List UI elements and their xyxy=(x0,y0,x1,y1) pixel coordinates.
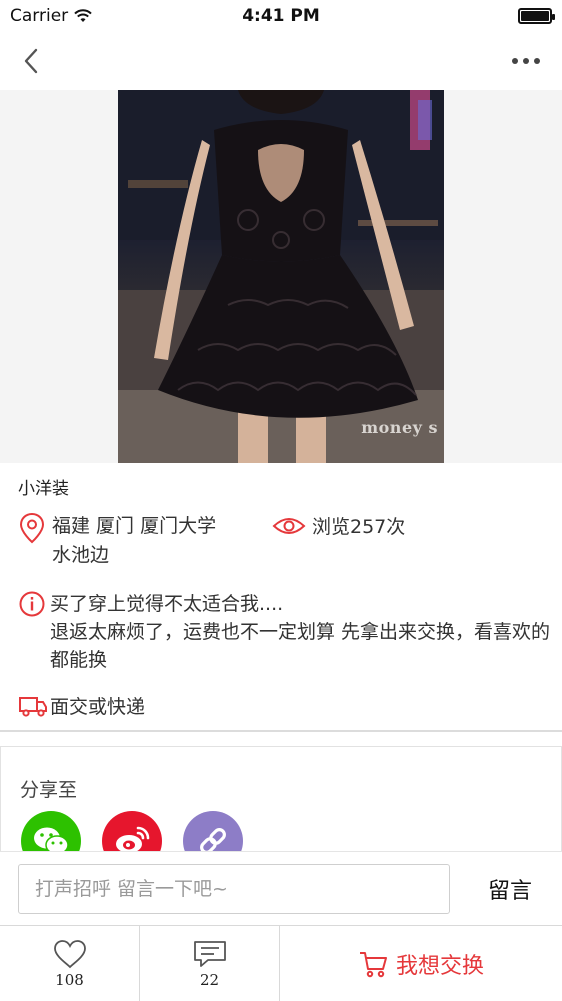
photo-watermark: money s xyxy=(361,418,438,437)
more-dot xyxy=(534,58,540,64)
chevron-left-icon xyxy=(24,48,38,74)
views-count: 浏览257次 xyxy=(312,516,406,538)
product-photo[interactable]: money s xyxy=(118,90,444,463)
exchange-button[interactable]: 我想交换 xyxy=(280,926,562,1001)
delivery-method: 面交或快递 xyxy=(50,696,146,718)
eye-icon xyxy=(272,517,306,534)
carrier-label: Carrier xyxy=(10,6,69,26)
action-bar: 108 22 我想交换 xyxy=(0,925,562,1001)
comment-count: 22 xyxy=(199,970,220,989)
description-line-2: 退返太麻烦了，运费也不一定划算 先拿出来交换，看喜欢的都能换 xyxy=(50,621,551,671)
comment-input[interactable] xyxy=(18,864,450,914)
exchange-label: 我想交换 xyxy=(395,953,484,979)
description-text: 买了穿上觉得不太适合我.... 退返太麻烦了，运费也不一定划算 先拿出来交换，看… xyxy=(50,590,560,674)
description-line-1: 买了穿上觉得不太适合我.... xyxy=(50,593,284,615)
share-wechat-button[interactable] xyxy=(21,811,81,856)
share-link-button[interactable] xyxy=(183,811,243,856)
more-dot xyxy=(512,58,518,64)
status-bar: Carrier 4:41 PM xyxy=(0,0,562,32)
wifi-icon xyxy=(74,9,92,22)
shopping-cart-icon xyxy=(359,951,387,977)
nav-bar xyxy=(0,32,562,90)
carrier-group: Carrier xyxy=(10,6,92,26)
more-button[interactable] xyxy=(504,41,548,81)
location-text: 福建 厦门 厦门大学 水池边 xyxy=(52,515,217,566)
heart-icon xyxy=(53,939,86,968)
comment-bar: 留言 xyxy=(0,851,562,925)
section-divider xyxy=(0,730,562,732)
dress-illustration xyxy=(118,90,444,463)
share-weibo-button[interactable] xyxy=(102,811,162,856)
truck-icon xyxy=(19,696,47,717)
like-count: 108 xyxy=(55,970,84,989)
share-label: 分享至 xyxy=(20,779,78,801)
description-row: 买了穿上觉得不太适合我.... 退返太麻烦了，运费也不一定划算 先拿出来交换，看… xyxy=(18,590,560,674)
item-title: 小洋装 xyxy=(18,479,69,499)
message-icon xyxy=(193,940,226,967)
photo-area: money s xyxy=(0,90,562,463)
info-icon xyxy=(19,591,45,617)
like-button[interactable]: 108 xyxy=(0,926,140,1001)
comment-submit-button[interactable]: 留言 xyxy=(470,864,550,914)
location-row: 福建 厦门 厦门大学 水池边 xyxy=(18,512,222,570)
views-row: 浏览257次 xyxy=(272,512,405,539)
delivery-row: 面交或快递 xyxy=(18,692,145,719)
comment-count-button[interactable]: 22 xyxy=(140,926,280,1001)
back-button[interactable] xyxy=(14,41,48,81)
more-dot xyxy=(523,58,529,64)
location-pin-icon xyxy=(19,512,45,544)
battery-icon xyxy=(518,8,555,24)
share-section: 分享至 xyxy=(0,746,562,856)
